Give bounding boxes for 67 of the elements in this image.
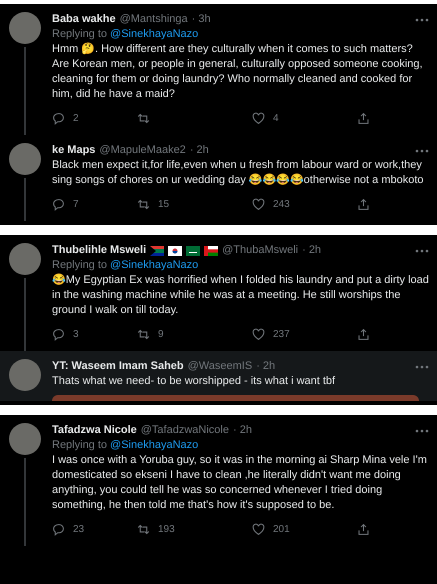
avatar-placeholder[interactable]	[9, 423, 41, 455]
more-icon[interactable]	[415, 248, 429, 252]
avatar-placeholder[interactable]	[9, 243, 41, 275]
more-icon[interactable]	[415, 18, 429, 22]
display-name: Thubelihle Msweli	[52, 243, 146, 258]
reply-count: 2	[73, 113, 79, 124]
reply-count: 7	[73, 199, 79, 210]
like-icon[interactable]	[252, 328, 265, 341]
tweet-text: Black men expect it,for life,even when u fresh from labour ward or work,they sing songs of chores on ur wedding day 😂😂😂😂otherwise not a mbokoto	[52, 158, 425, 188]
flag-icon	[168, 246, 182, 256]
post-time: · 2h	[232, 423, 252, 438]
retweet-count: 193	[158, 524, 175, 535]
share-icon[interactable]	[357, 523, 370, 536]
user-handle: @WaseemIS	[188, 359, 252, 374]
like-icon[interactable]	[252, 523, 265, 536]
mention-link[interactable]: @SinekhayaNazo	[110, 27, 198, 42]
more-icon[interactable]	[415, 364, 429, 368]
tweet-text: I was once with a Yoruba guy, so it was in the morning ai Sharp Mina vele I'm domesticated so ekseni I have to clean ,he literally didn't want me doing anything, you could tell he was so concerned whenever I tried doing something, he then told me that's how it's supposed to be.	[52, 453, 428, 513]
post-time: · 2h	[302, 243, 322, 258]
like-count: 237	[273, 329, 290, 340]
mention-link[interactable]: @SinekhayaNazo	[110, 258, 198, 273]
mention-link[interactable]: @SinekhayaNazo	[110, 438, 198, 453]
flag-icon	[204, 246, 218, 256]
replying-label: Replying to	[52, 27, 108, 42]
like-count: 243	[273, 199, 290, 210]
reply-count: 3	[73, 329, 79, 340]
user-handle: @Mantshinga	[120, 12, 188, 27]
display-name: Tafadzwa Nicole	[52, 423, 137, 438]
flag-icon	[150, 246, 164, 256]
display-name: Baba wakhe	[52, 12, 116, 27]
like-icon[interactable]	[252, 198, 265, 211]
more-icon[interactable]	[415, 428, 429, 432]
reply-icon[interactable]	[52, 328, 65, 341]
replying-label: Replying to	[52, 438, 108, 453]
display-name: ke Maps	[52, 143, 96, 158]
like-icon[interactable]	[252, 112, 265, 125]
reply-icon[interactable]	[52, 112, 65, 125]
flag-icon	[186, 246, 200, 256]
retweet-icon[interactable]	[137, 112, 150, 125]
avatar-placeholder[interactable]	[9, 359, 41, 391]
post-time: · 2h	[256, 359, 276, 374]
like-count: 201	[273, 524, 290, 535]
share-icon[interactable]	[357, 198, 370, 211]
tweet-text: 😂My Egyptian Ex was horrified when I folded his laundry and put a dirty load in the washing machine while he was at a meeting. He still worships the ground I walk on till today.	[52, 273, 429, 318]
tweet-text: Hmm 🤔. How different are they culturally when it comes to such matters? Are Korean men, or people in general, culturally opposed someone cooking, cleaning for them or doing laundry? Who normally cleaned and cooked for him, did he have a maid?	[52, 42, 424, 102]
like-count: 4	[273, 113, 279, 124]
retweet-count: 9	[158, 329, 164, 340]
retweet-icon[interactable]	[137, 328, 150, 341]
replying-label: Replying to	[52, 258, 108, 273]
reply-icon[interactable]	[52, 523, 65, 536]
display-name: YT: Waseem Imam Saheb	[52, 359, 184, 374]
reply-count: 23	[73, 524, 84, 535]
share-icon[interactable]	[357, 328, 370, 341]
retweet-icon[interactable]	[137, 523, 150, 536]
user-handle: @ThubaMsweli	[222, 243, 298, 258]
share-icon[interactable]	[357, 112, 370, 125]
retweet-icon[interactable]	[137, 198, 150, 211]
user-handle: @TafadzwaNicole	[140, 423, 229, 438]
user-handle: @MapuleMaake2	[99, 143, 186, 158]
retweet-count: 15	[158, 199, 170, 210]
avatar-placeholder[interactable]	[9, 12, 41, 44]
tweet-text: Thats what we need- to be worshipped - its what i want tbf	[52, 374, 336, 389]
post-time: · 3h	[192, 12, 211, 27]
avatar-placeholder[interactable]	[9, 143, 41, 175]
reply-icon[interactable]	[52, 198, 65, 211]
more-icon[interactable]	[415, 148, 429, 152]
post-time: · 2h	[190, 143, 209, 158]
